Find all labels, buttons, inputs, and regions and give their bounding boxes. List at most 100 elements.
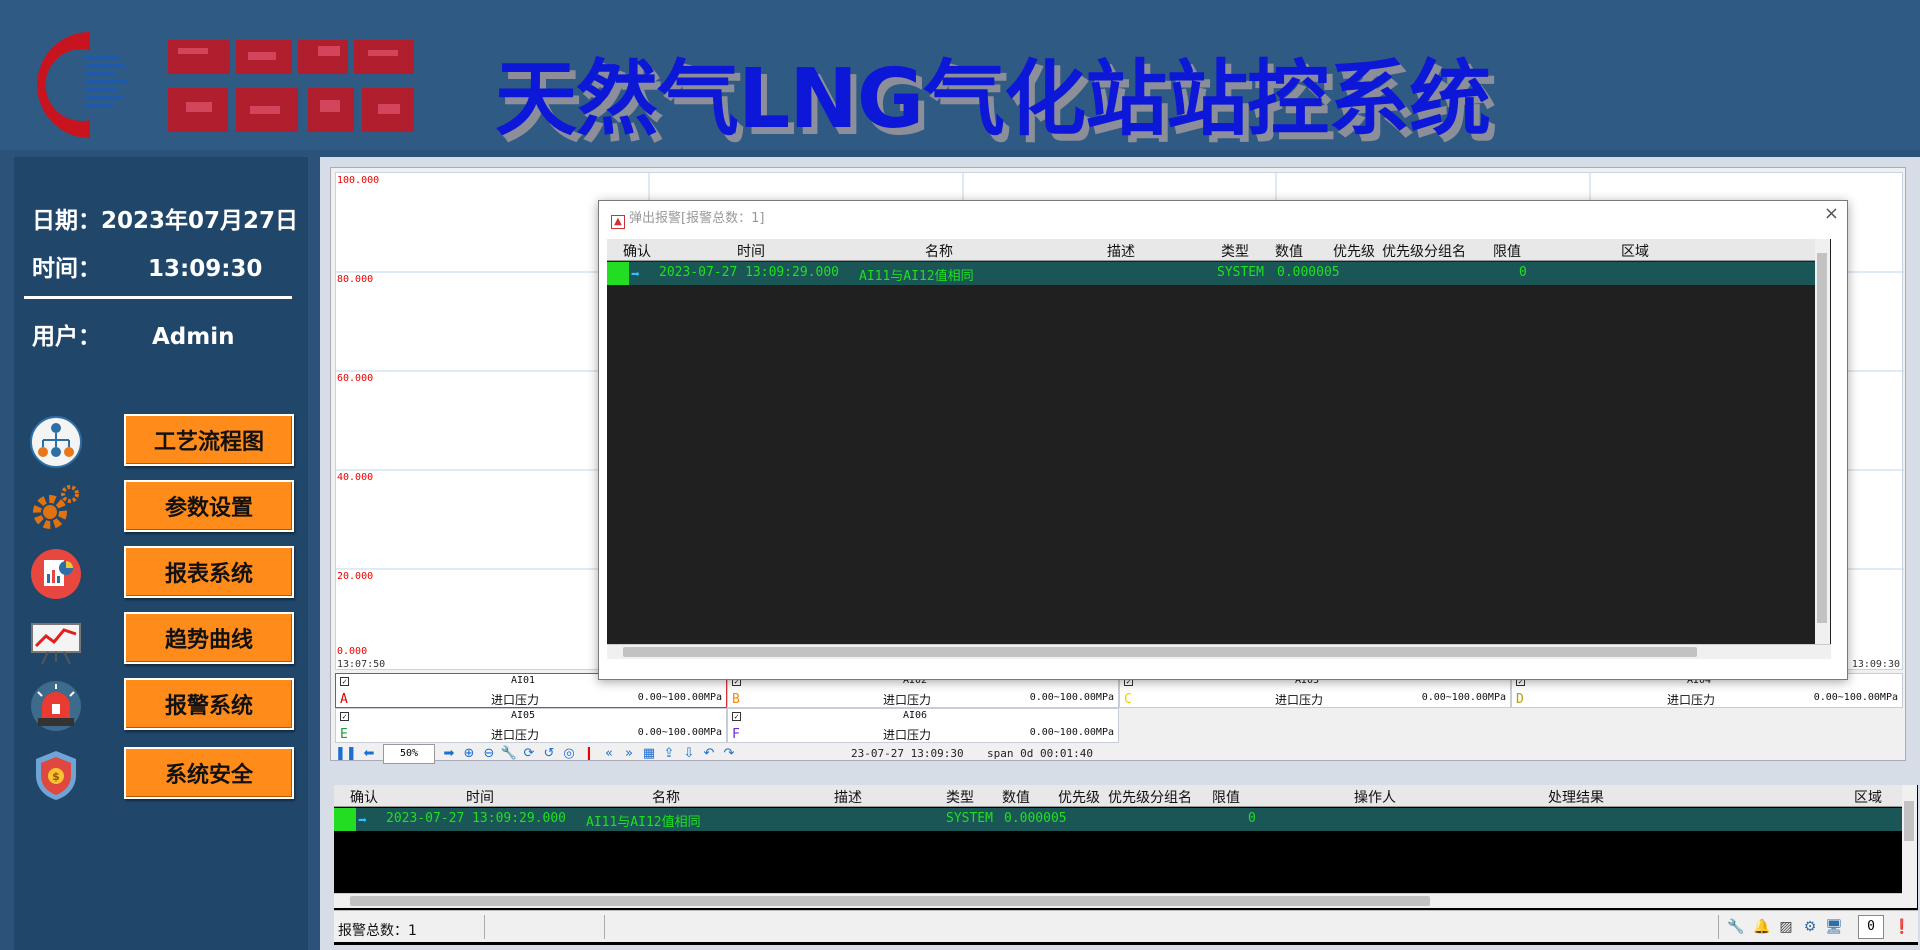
gear-icon [33, 485, 79, 529]
column-header[interactable]: 优先级 [1333, 241, 1375, 261]
table-row[interactable]: ➡ 2023-07-27 13:09:29.000 AI11与AI12值相同 S… [334, 808, 1902, 831]
table-icon[interactable]: ▦ [639, 744, 659, 764]
scroll-left-icon[interactable]: ⬅ [359, 744, 379, 764]
column-header[interactable]: 处理结果 [1548, 787, 1604, 807]
time-row: 时间： 13:09:30 [32, 249, 262, 283]
column-header[interactable]: 确认 [350, 787, 378, 807]
legend-range: 0.00~100.00MPa [1421, 692, 1506, 703]
trend-toolbar: ❚❚ ⬅ 50% ➡ ⊕ ⊖ 🔧 ⟳ ↺ ◎ ❙ « » ▦ ⇪ ⇩ ↶ ↷ 2… [335, 743, 1903, 765]
alarm-limit: 0 [1248, 811, 1256, 826]
nav-item-alarm-system: 报警系统 [28, 678, 298, 734]
legend-item[interactable]: ✓ AI06 F 进口压力 0.00~100.00MPa [727, 708, 1119, 743]
security-shield-icon: $ [36, 751, 76, 800]
trend-curve-button[interactable]: 趋势曲线 [124, 612, 294, 664]
column-header[interactable]: 操作人 [1354, 787, 1396, 807]
popup-title-text: 弹出报警[报警总数：1] [629, 211, 765, 226]
alarm-system-button[interactable]: 报警系统 [124, 678, 294, 730]
alarm-name: AI11与AI12值相同 [859, 269, 974, 284]
alarm-table-hscroll[interactable] [334, 893, 1902, 908]
trend-span: span 0d 00:01:40 [987, 747, 1093, 760]
column-header[interactable]: 数值 [1275, 241, 1303, 261]
column-header[interactable]: 名称 [925, 241, 953, 261]
status-separator [484, 915, 485, 939]
y-tick-label: 20.000 [337, 571, 374, 582]
status-bar: 报警总数：1 🔧 🔔 ▨ ⚙ 🖥 0 ❗ [334, 910, 1918, 942]
legend-checkbox[interactable]: ✓ [732, 712, 741, 721]
column-header[interactable]: 限值 [1212, 787, 1240, 807]
close-icon[interactable]: × [1824, 203, 1839, 224]
column-header[interactable]: 区域 [1621, 241, 1649, 261]
column-header[interactable]: 描述 [834, 787, 862, 807]
column-header[interactable]: 类型 [1221, 241, 1249, 261]
zoom-level[interactable]: 50% [383, 744, 435, 764]
alarm-name: AI11与AI12值相同 [586, 815, 701, 830]
cursor-line-icon[interactable]: ❙ [579, 744, 599, 764]
column-header[interactable]: 优先级分组名 [1382, 241, 1466, 261]
popup-vscroll[interactable] [1815, 239, 1830, 644]
settings-icon[interactable]: ⚙ [1800, 917, 1820, 937]
user-value: Admin [152, 324, 235, 350]
zoom-out-icon[interactable]: ⊖ [479, 744, 499, 764]
target-icon[interactable]: ◎ [559, 744, 579, 764]
legend-letter: C [1124, 692, 1132, 707]
y-tick-label: 0.000 [337, 646, 368, 657]
wrench-icon[interactable]: 🔧 [1726, 917, 1746, 937]
popup-hscroll[interactable] [607, 644, 1831, 659]
legend-name: 进口压力 [883, 693, 932, 707]
undo-icon[interactable]: ↶ [699, 744, 719, 764]
nav-item-trend-curve: 趋势曲线 [28, 612, 298, 668]
monitor-icon[interactable]: 🖥 [1824, 917, 1844, 937]
export-icon[interactable]: ⇪ [659, 744, 679, 764]
zoom-in-icon[interactable]: ⊕ [459, 744, 479, 764]
redo-icon[interactable]: ↷ [719, 744, 739, 764]
table-row[interactable]: ➡ 2023-07-27 13:09:29.000 AI11与AI12值相同 S… [607, 262, 1815, 285]
alarm-table-header: 确认 时间 名称 描述 类型 数值 优先级 优先级分组名 限值 操作人 处理结果 区域 [334, 785, 1902, 807]
process-flow-button[interactable]: 工艺流程图 [124, 414, 294, 466]
legend-tag: AI06 [903, 710, 928, 721]
column-header[interactable]: 确认 [623, 241, 651, 261]
scroll-right-icon[interactable]: ➡ [439, 744, 459, 764]
wrench-icon[interactable]: 🔧 [499, 744, 519, 764]
system-security-button[interactable]: 系统安全 [124, 747, 294, 799]
report-system-button[interactable]: 报表系统 [124, 546, 294, 598]
bell-icon[interactable]: 🔔 [1752, 917, 1772, 937]
legend-range: 0.00~100.00MPa [1029, 692, 1114, 703]
column-header[interactable]: 时间 [466, 787, 494, 807]
legend-name: 进口压力 [491, 728, 540, 742]
warning-icon: ▲ [611, 215, 625, 229]
column-header[interactable]: 限值 [1493, 241, 1521, 261]
legend-name: 进口压力 [491, 693, 540, 707]
reset-icon[interactable]: ↺ [539, 744, 559, 764]
legend-letter: F [732, 727, 740, 742]
status-separator [604, 915, 605, 939]
column-header[interactable]: 类型 [946, 787, 974, 807]
legend-checkbox[interactable]: ✓ [340, 712, 349, 721]
refresh-icon[interactable]: ⟳ [519, 744, 539, 764]
column-header[interactable]: 时间 [737, 241, 765, 261]
parameter-settings-button[interactable]: 参数设置 [124, 480, 294, 532]
legend-item[interactable]: ✓ AI05 E 进口压力 0.00~100.00MPa [335, 708, 727, 743]
alarm-stop-icon[interactable]: ❗ [1892, 917, 1912, 937]
column-header[interactable]: 优先级分组名 [1108, 787, 1192, 807]
y-tick-label: 60.000 [337, 373, 374, 384]
column-header[interactable]: 描述 [1107, 241, 1135, 261]
legend-range: 0.00~100.00MPa [1813, 692, 1898, 703]
time-label: 时间： [32, 256, 101, 282]
legend-checkbox[interactable]: ✓ [340, 677, 349, 686]
legend-letter: A [340, 692, 348, 707]
alarm-total-text: 报警总数：1 [338, 923, 417, 939]
page-forward-icon[interactable]: » [619, 744, 639, 764]
chart-icon[interactable]: ▨ [1776, 917, 1796, 937]
page-back-icon[interactable]: « [599, 744, 619, 764]
alarm-table-vscroll[interactable] [1902, 785, 1917, 908]
y-tick-label: 40.000 [337, 472, 374, 483]
trend-timestamp: 23-07-27 13:09:30 [851, 747, 964, 760]
import-icon[interactable]: ⇩ [679, 744, 699, 764]
column-header[interactable]: 区域 [1854, 787, 1882, 807]
nav-item-process-flow: 工艺流程图 [28, 414, 298, 470]
pause-icon[interactable]: ❚❚ [335, 744, 357, 764]
column-header[interactable]: 数值 [1002, 787, 1030, 807]
column-header[interactable]: 名称 [652, 787, 680, 807]
sidebar-divider [24, 296, 292, 299]
column-header[interactable]: 优先级 [1058, 787, 1100, 807]
